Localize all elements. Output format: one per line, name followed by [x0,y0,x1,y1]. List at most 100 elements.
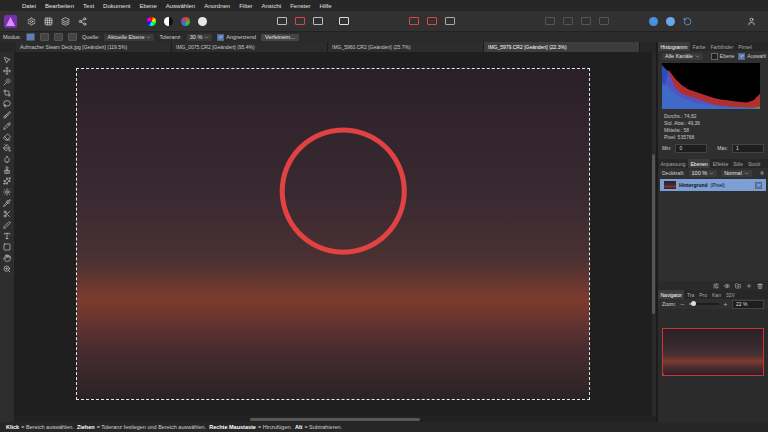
mode-button[interactable] [54,33,63,41]
tool-icon[interactable] [3,166,11,174]
select-all-icon[interactable] [277,17,287,25]
max-field[interactable]: 1 [732,144,764,153]
panel-tab[interactable]: Pinsel [736,42,755,51]
trash-icon[interactable] [757,283,763,289]
photo-persona-icon[interactable] [27,17,36,26]
panel-tab[interactable]: 32V [723,290,737,299]
refine-button[interactable]: Verfeinern... [261,34,299,41]
source-dropdown[interactable]: Aktuelle Ebene [104,34,154,41]
tool-icon[interactable] [3,243,11,251]
tool-icon[interactable] [3,100,11,108]
tool-icon[interactable] [3,254,11,262]
tool-icon[interactable] [3,210,11,218]
tool-icon[interactable] [3,67,11,75]
min-field[interactable]: 0 [675,144,707,153]
tool-icon[interactable] [3,221,11,229]
zoom-out-icon[interactable] [680,302,685,307]
snapping-icon[interactable] [649,17,658,26]
adjustment-icon[interactable] [713,283,719,289]
menu-item[interactable]: Ansicht [262,3,282,9]
menu-item[interactable]: Auswählen [166,3,195,9]
develop-persona-icon[interactable] [61,17,70,26]
mask-icon[interactable] [724,283,730,289]
tool-icon[interactable] [3,122,11,130]
document-tab[interactable]: IMG_0075.CR2 [Geändert] (95.4%) [172,42,328,52]
tool-icon[interactable] [3,89,11,97]
gear-icon[interactable] [760,170,764,176]
tool-icon[interactable] [3,265,11,273]
tool-icon[interactable] [3,188,11,196]
document-tab[interactable]: IMG_5979.CR2 [Geändert] (22.3%) [484,42,640,52]
option-checkbox[interactable] [711,53,718,60]
contiguous-option[interactable]: Angrenzend [217,34,256,41]
panel-tab[interactable]: Pro [697,290,710,299]
deselect-icon[interactable] [295,17,305,25]
quick-mask-icon[interactable] [409,17,419,25]
contrast-icon[interactable] [164,17,173,26]
refine-mask-icon[interactable] [427,17,437,25]
affinity-logo-icon[interactable] [4,15,17,28]
mode-button[interactable] [68,33,77,41]
panel-tab[interactable]: Tra [684,290,696,299]
levels-icon[interactable] [181,17,190,26]
panel-tab[interactable]: Anpassung [658,159,688,168]
channel-dropdown[interactable]: Alle Kanäle [662,53,703,60]
panel-tab[interactable]: Ebenen [688,159,710,168]
layer-row[interactable]: Hintergrund(Pixel) [660,179,766,191]
panel-tab[interactable]: Histogramm [658,42,690,51]
panel-tab[interactable]: Navigator [658,290,684,299]
white-balance-icon[interactable] [198,17,207,26]
menu-item[interactable]: Text [83,3,94,9]
panel-tab[interactable]: Kan [710,290,724,299]
panel-tab[interactable]: Stock [746,159,764,168]
alignment-icon[interactable] [339,17,349,25]
color-wheel-icon[interactable] [147,17,156,26]
document-tab[interactable]: Aufmacher Steam Deck.jpg [Geändert] (119… [16,42,172,52]
menu-item[interactable]: Hilfe [320,3,332,9]
histogram-option[interactable]: Ebene [711,53,734,60]
histogram-option[interactable]: Auswahl [738,53,766,60]
document-tab[interactable]: IMG_5960.CR2 [Geändert] (25.7%) [328,42,484,52]
panel-tab[interactable]: Stile [731,159,746,168]
mode-button[interactable] [26,33,35,41]
panel-tab[interactable]: Farbfinder [708,42,736,51]
tool-icon[interactable] [3,111,11,119]
tool-icon[interactable] [3,78,11,86]
assistant-icon[interactable] [666,17,675,26]
menu-item[interactable]: Dokument [103,3,130,9]
zoom-slider[interactable] [689,303,719,305]
contiguous-checkbox[interactable] [217,34,224,41]
tool-icon[interactable] [3,56,11,64]
zoom-field[interactable]: 22 % [732,300,764,309]
blend-mode-dropdown[interactable]: Normal [721,170,752,177]
navigator-thumbnail[interactable] [663,329,763,375]
canvas[interactable] [14,52,656,422]
liquify-persona-icon[interactable] [44,17,53,26]
tool-icon[interactable] [3,144,11,152]
group-icon[interactable] [735,283,741,289]
tool-icon[interactable] [3,232,11,240]
option-checkbox[interactable] [738,53,745,60]
menu-item[interactable]: Ebene [139,3,156,9]
tolerance-field[interactable]: 30 % [187,34,213,41]
menu-item[interactable]: Datei [22,3,36,9]
menu-item[interactable]: Filter [239,3,252,9]
mode-button[interactable] [40,33,49,41]
menu-item[interactable]: Anordnen [204,3,230,9]
tool-icon[interactable] [3,133,11,141]
user-icon[interactable] [747,17,756,26]
panel-tab[interactable]: Farbe [690,42,708,51]
rotate-icon[interactable] [683,17,692,26]
zoom-in-icon[interactable] [723,302,728,307]
add-layer-icon[interactable] [746,283,752,289]
layer-visibility-checkbox[interactable] [755,182,762,189]
invert-selection-icon[interactable] [313,17,323,25]
panel-tab[interactable]: Effekte [710,159,730,168]
photo[interactable] [77,69,589,399]
tool-icon[interactable] [3,155,11,163]
menu-item[interactable]: Fenster [290,3,310,9]
menu-item[interactable]: Bearbeiten [45,3,74,9]
tool-icon[interactable] [3,199,11,207]
export-persona-icon[interactable] [78,17,87,26]
tool-icon[interactable] [3,177,11,185]
